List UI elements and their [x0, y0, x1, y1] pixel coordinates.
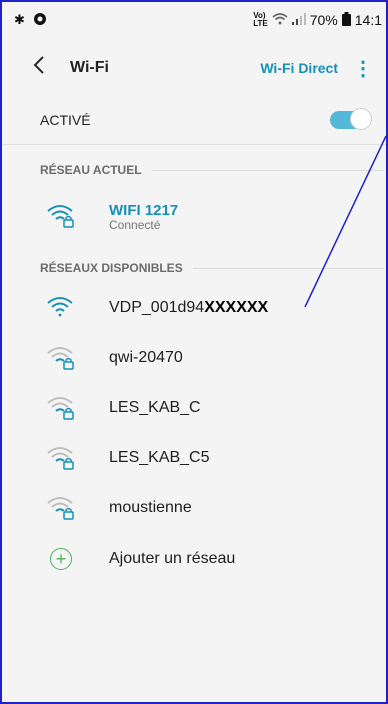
network-name: VDP_001d94XXXXXX: [109, 299, 268, 317]
current-network-row[interactable]: WIFI 1217 Connecté: [2, 191, 386, 241]
network-name: LES_KAB_C: [109, 399, 201, 416]
toggle-knob: [350, 108, 372, 130]
network-row[interactable]: LES_KAB_C5: [2, 433, 386, 483]
wifi-locked-icon: [46, 445, 78, 471]
wifi-toggle[interactable]: [330, 108, 372, 130]
add-icon: +: [50, 548, 72, 570]
more-vert-icon[interactable]: ⋮: [352, 56, 374, 81]
network-name: qwi-20470: [109, 349, 183, 366]
add-network-row[interactable]: + Ajouter un réseau: [2, 534, 386, 584]
clock: 14:1: [354, 12, 382, 28]
current-network-text: WIFI 1217 Connecté: [109, 202, 178, 231]
section-divider: [151, 169, 384, 171]
network-name-redacted: XXXXXX: [204, 299, 269, 316]
status-right: Vo) LTE 70% 14:1: [253, 11, 386, 29]
signal-icon: [291, 12, 306, 28]
wifi-locked-icon: [46, 395, 78, 421]
back-icon[interactable]: [32, 54, 62, 82]
wifi-locked-icon: [46, 495, 78, 521]
notification-icon: ✱: [14, 12, 25, 27]
wifi-active-row[interactable]: ACTIVÉ: [2, 96, 386, 145]
wifi-status-icon: [272, 12, 288, 29]
current-network-status: Connecté: [109, 217, 161, 232]
add-network-label: Ajouter un réseau: [109, 550, 236, 567]
wifi-locked-icon: [46, 345, 78, 371]
network-row[interactable]: LES_KAB_C: [2, 383, 386, 433]
volte-icon: Vo) LTE: [253, 11, 268, 28]
network-row[interactable]: qwi-20470: [2, 333, 386, 383]
network-row[interactable]: moustienne: [2, 483, 386, 533]
network-name-prefix: VDP_001d94: [109, 299, 205, 316]
active-label: ACTIVÉ: [40, 112, 91, 128]
current-network-ssid: WIFI 1217: [109, 201, 179, 219]
network-row[interactable]: VDP_001d94XXXXXX: [2, 283, 386, 333]
status-bar: ✱ Vo) LTE 70% 14:1: [2, 2, 386, 38]
app-header: Wi-Fi Wi-Fi Direct ⋮: [2, 40, 386, 96]
add-icon-wrap: +: [50, 548, 78, 570]
current-network-header: RÉSEAU ACTUEL: [2, 158, 386, 182]
battery-percent: 70%: [309, 12, 338, 28]
battery-icon: [341, 11, 351, 29]
page-title: Wi-Fi: [70, 59, 109, 76]
current-network-label: RÉSEAU ACTUEL: [40, 163, 142, 177]
network-name: LES_KAB_C5: [109, 449, 210, 466]
wifi-full-icon: [46, 295, 78, 321]
network-name: moustienne: [109, 499, 192, 516]
wifi-locked-connected-icon: [46, 203, 78, 229]
status-left: ✱: [2, 12, 47, 29]
available-networks-label: RÉSEAUX DISPONIBLES: [40, 261, 183, 275]
section-divider: [192, 267, 384, 269]
available-networks-header: RÉSEAUX DISPONIBLES: [2, 256, 386, 280]
wifi-direct-button[interactable]: Wi-Fi Direct: [260, 60, 338, 76]
app-icon: [33, 12, 47, 29]
